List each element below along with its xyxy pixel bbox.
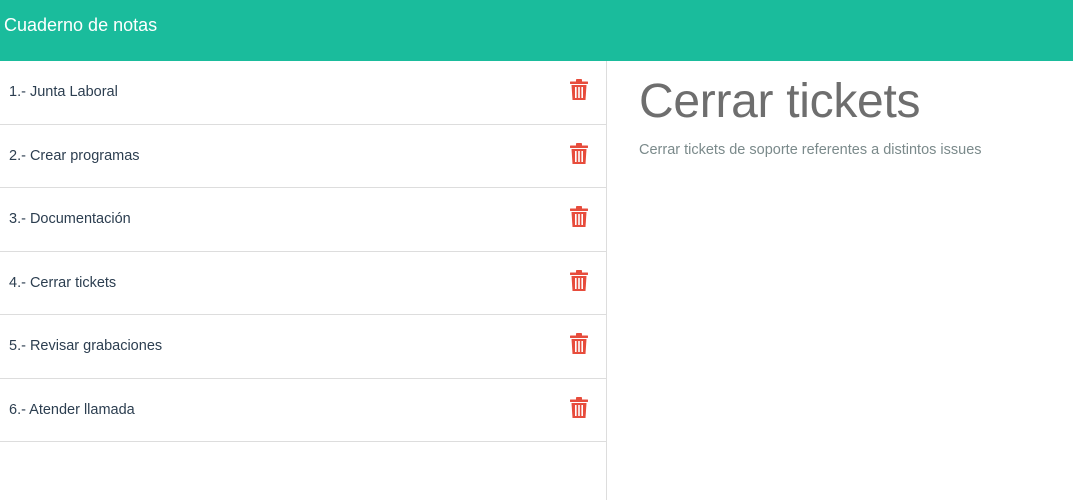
- note-item-5[interactable]: 5.- Revisar grabaciones: [0, 315, 606, 379]
- note-title[interactable]: 5.- Revisar grabaciones: [0, 338, 162, 354]
- trash-icon[interactable]: [570, 79, 588, 100]
- note-detail-description: Cerrar tickets de soporte referentes a d…: [639, 142, 982, 158]
- notes-list: 1.- Junta Laboral 2.- Crear programas 3.…: [0, 61, 606, 442]
- note-title[interactable]: 1.- Junta Laboral: [0, 84, 118, 100]
- note-title[interactable]: 6.- Atender llamada: [0, 402, 135, 418]
- app-title[interactable]: Cuaderno de notas: [0, 15, 157, 36]
- trash-icon[interactable]: [570, 396, 588, 418]
- note-title[interactable]: 3.- Documentación: [0, 211, 131, 227]
- note-title[interactable]: 4.- Cerrar tickets: [0, 275, 116, 291]
- trash-icon[interactable]: [570, 206, 588, 227]
- note-item-3[interactable]: 3.- Documentación: [0, 188, 606, 252]
- notes-sidebar: 1.- Junta Laboral 2.- Crear programas 3.…: [0, 61, 607, 500]
- note-item-2[interactable]: 2.- Crear programas: [0, 125, 606, 188]
- note-detail-title: Cerrar tickets: [639, 75, 921, 128]
- note-detail-panel: Cerrar tickets Cerrar tickets de soporte…: [607, 61, 1073, 500]
- navbar: Cuaderno de notas: [0, 0, 1073, 61]
- note-item-6[interactable]: 6.- Atender llamada: [0, 379, 606, 442]
- trash-icon[interactable]: [570, 142, 588, 164]
- note-item-4[interactable]: 4.- Cerrar tickets: [0, 252, 606, 315]
- note-item-1[interactable]: 1.- Junta Laboral: [0, 61, 606, 125]
- note-title[interactable]: 2.- Crear programas: [0, 148, 140, 164]
- trash-icon[interactable]: [570, 269, 588, 291]
- trash-icon[interactable]: [570, 333, 588, 354]
